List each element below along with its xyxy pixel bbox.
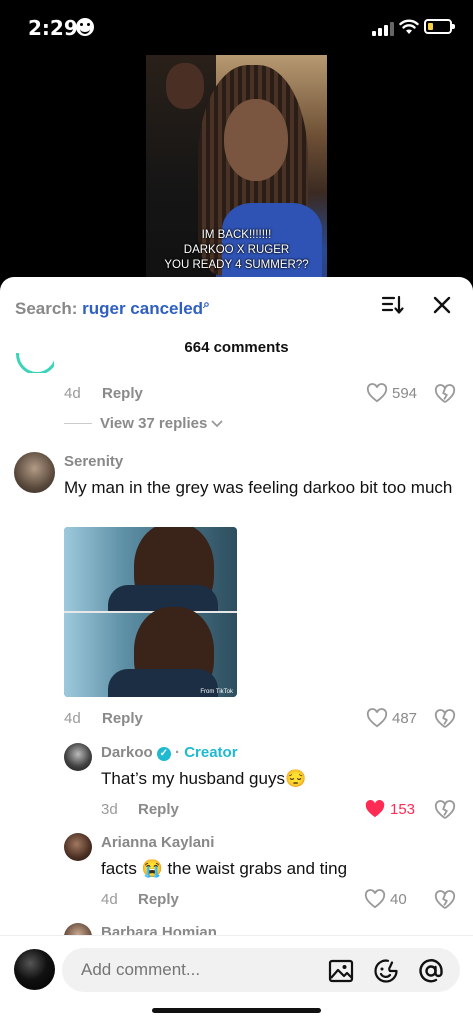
- search-icon: ⌕: [203, 297, 210, 311]
- comment-text: My man in the grey was feeling darkoo bi…: [64, 478, 453, 497]
- comment-image-panel: [64, 527, 237, 625]
- comment-input[interactable]: [62, 948, 460, 992]
- wifi-icon: [399, 19, 419, 34]
- emoji-icon[interactable]: [373, 958, 399, 984]
- creator-badge: Creator: [184, 744, 238, 761]
- home-indicator[interactable]: [152, 1008, 321, 1013]
- comment-composer: [0, 935, 473, 1024]
- caption-line: DARKOO X RUGER: [183, 244, 290, 256]
- broken-heart-icon[interactable]: [434, 384, 456, 404]
- like-count: 487: [392, 709, 418, 727]
- view-replies-button[interactable]: View 37 replies: [64, 415, 224, 432]
- reply-button[interactable]: Reply: [102, 385, 143, 402]
- reply-username-row[interactable]: Darkoo ✓ · Creator: [101, 744, 238, 761]
- avatar[interactable]: [14, 452, 55, 493]
- broken-heart-icon[interactable]: [434, 800, 456, 820]
- comment-text: That’s my husband guys😔: [101, 769, 307, 788]
- reply-button[interactable]: Reply: [138, 891, 179, 908]
- comment-text: facts 😭 the waist grabs and ting: [101, 859, 348, 878]
- search-label: Search:: [15, 299, 78, 318]
- separator-dot: ·: [175, 744, 181, 761]
- comment-age: 3d: [101, 801, 118, 818]
- like-button[interactable]: 40: [364, 889, 407, 909]
- caption-line: IM BACK!!!!!!!: [201, 229, 272, 241]
- chevron-down-icon: [211, 419, 223, 427]
- avatar[interactable]: [14, 949, 55, 990]
- broken-heart-icon[interactable]: [434, 709, 456, 729]
- battery-icon: [424, 19, 455, 34]
- like-button[interactable]: 487: [366, 708, 417, 728]
- video-caption: IM BACK!!!!!!! DARKOO X RUGER YOU READY …: [146, 228, 327, 273]
- signal-icon: [372, 22, 394, 36]
- avatar[interactable]: [64, 743, 92, 771]
- status-bar: 2:29: [0, 0, 473, 54]
- like-button[interactable]: 594: [366, 383, 417, 403]
- heart-icon: [366, 383, 388, 403]
- reply-button[interactable]: Reply: [138, 801, 179, 818]
- avatar[interactable]: [14, 353, 54, 373]
- comment-count: 664 comments: [184, 339, 289, 356]
- like-count: 594: [392, 384, 418, 402]
- image-icon[interactable]: [328, 958, 354, 984]
- view-replies-label: View 37 replies: [100, 415, 208, 432]
- comment-age: 4d: [101, 891, 118, 908]
- mention-icon[interactable]: [418, 958, 444, 984]
- video-face-background: [166, 63, 204, 109]
- caption-line: YOU READY 4 SUMMER??: [164, 259, 309, 271]
- search-header[interactable]: Search: ruger canceled⌕: [15, 297, 210, 319]
- divider: [64, 423, 92, 424]
- sort-icon[interactable]: [381, 293, 405, 317]
- heart-icon: [364, 889, 386, 909]
- comment-age: 4d: [64, 385, 81, 402]
- broken-heart-icon[interactable]: [434, 890, 456, 910]
- image-watermark: From TikTok: [200, 689, 233, 695]
- comment-username[interactable]: Serenity: [64, 453, 123, 470]
- comment-image-panel: [64, 607, 237, 697]
- like-count: 40: [390, 890, 407, 908]
- status-time: 2:29: [28, 16, 78, 40]
- verified-icon: ✓: [156, 747, 171, 761]
- video-face: [224, 99, 288, 181]
- comment-username[interactable]: Arianna Kaylani: [101, 834, 214, 851]
- heart-filled-icon: [365, 799, 385, 818]
- like-count: 153: [390, 800, 416, 818]
- search-query[interactable]: ruger canceled: [82, 299, 203, 318]
- video-player[interactable]: IM BACK!!!!!!! DARKOO X RUGER YOU READY …: [146, 55, 327, 285]
- comment-image[interactable]: From TikTok: [64, 527, 237, 697]
- comments-sheet: Search: ruger canceled⌕ 664 comments 4d …: [0, 277, 473, 1024]
- comment-username[interactable]: Darkoo: [101, 744, 153, 761]
- close-icon[interactable]: [430, 293, 454, 317]
- smiley-icon: [76, 18, 94, 36]
- heart-icon: [366, 708, 388, 728]
- comment-age: 4d: [64, 710, 81, 727]
- avatar[interactable]: [64, 833, 92, 861]
- reply-button[interactable]: Reply: [102, 710, 143, 727]
- like-button[interactable]: 153: [364, 799, 415, 819]
